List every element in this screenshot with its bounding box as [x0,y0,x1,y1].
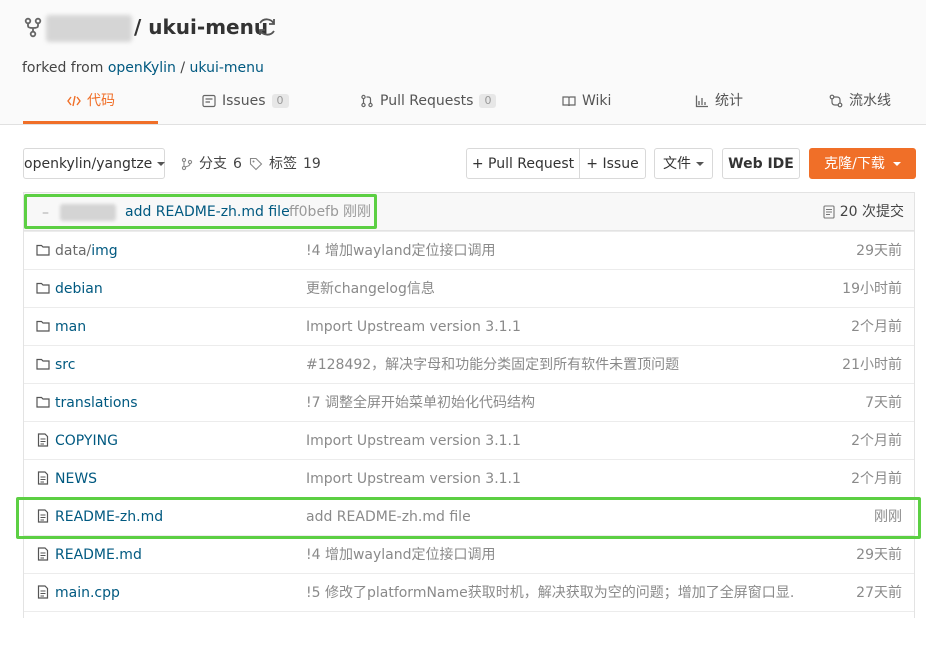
tab-label: Pull Requests [380,93,474,109]
file-icon [37,433,49,447]
file-path-prefix: data/ [55,243,92,259]
active-tab-indicator [23,121,158,124]
pipeline-icon [829,94,843,108]
clone-download-label: 克隆/下载 [824,156,885,172]
pull-requests-count-badge: 0 [479,94,497,108]
forked-from: forked from openKylin / ukui-menu [22,59,264,77]
stats-icon [695,95,708,108]
commit-time: 29天前 [856,243,902,259]
folder-icon [36,244,50,256]
file-name-link[interactable]: NEWS [55,470,97,488]
forked-prefix: forked from [22,60,104,76]
commit-message[interactable]: Import Upstream version 3.1.1 [306,318,521,336]
commits-count-link[interactable]: 20 次提交 [823,203,904,221]
tag-icon [249,157,263,171]
commit-message[interactable]: !5 修改了platformName获取时机，解决获取为空的问题；增加了全屏窗口… [306,584,796,602]
commit-time: 2个月前 [851,471,902,487]
file-icon [37,547,49,561]
tab-label: 流水线 [849,93,891,109]
tab-stats[interactable]: 统计 [695,89,743,113]
tab-label: Issues [222,93,266,109]
folder-icon [36,396,50,408]
tab-pull-requests[interactable]: Pull Requests 0 [360,89,497,113]
issues-count-badge: 0 [271,94,289,108]
tab-label: 代码 [87,93,115,109]
folder-icon [36,358,50,370]
new-issue-button[interactable]: + Issue [579,148,646,179]
repo-owner-redacted[interactable] [46,15,132,42]
file-menu-button[interactable]: 文件 [654,148,713,179]
highlight-readme-zh-row [16,497,921,539]
commit-message[interactable]: 更新changelog信息 [306,280,435,298]
file-name-link[interactable]: man [55,318,86,336]
tags-label: 标签 [269,156,297,172]
tab-pipeline[interactable]: 流水线 [829,89,891,113]
branches-label: 分支 [199,156,227,172]
commit-time: 2个月前 [851,319,902,335]
web-ide-button[interactable]: Web IDE [722,148,800,179]
file-name-link[interactable]: data/img [55,242,118,260]
tab-label: Wiki [582,93,612,109]
repo-name[interactable]: / ukui-menu [134,14,268,40]
new-pull-request-button[interactable]: + Pull Request [466,148,580,179]
tab-label: 统计 [715,93,743,109]
commit-message[interactable]: #128492，解决字母和功能分类固定到所有软件未置顶问题 [306,356,679,374]
table-row[interactable] [24,611,914,649]
tags-link[interactable]: 标签 19 [249,155,321,173]
tab-issues[interactable]: Issues 0 [202,89,289,113]
table-row[interactable] [24,269,914,307]
commit-time: 7天前 [865,395,902,411]
branches-count: 6 [233,156,242,172]
commit-time: 29天前 [856,547,902,563]
tags-count: 19 [303,156,321,172]
file-name-link[interactable]: README.md [55,546,142,564]
branches-link[interactable]: 分支 6 [181,155,242,173]
tab-wiki[interactable]: Wiki [562,89,611,113]
commit-message[interactable]: Import Upstream version 3.1.1 [306,470,521,488]
fork-icon [24,17,42,38]
file-icon [37,585,49,599]
commit-time: 2个月前 [851,433,902,449]
commit-time: 27天前 [856,585,902,601]
branch-select[interactable]: openkylin/yangtze [23,148,166,179]
folder-icon [36,282,50,294]
file-name-link[interactable]: translations [55,394,138,412]
commit-message[interactable]: !7 调整全屏开始菜单初始化代码结构 [306,394,535,412]
commits-count-label: 20 次提交 [839,204,904,220]
clone-download-button[interactable]: 克隆/下载 [809,148,916,179]
chevron-down-icon [157,162,166,166]
file-name-link[interactable]: COPYING [55,432,118,450]
commit-time: 19小时前 [842,281,902,297]
commit-time: 21小时前 [842,357,902,373]
chevron-down-icon [892,162,901,166]
pull-request-icon [361,94,373,108]
file-icon [37,471,49,485]
file-name-text: img [91,243,118,259]
commit-message[interactable]: Import Upstream version 3.1.1 [306,432,521,450]
issues-icon [202,94,216,108]
forked-sep: / [180,60,186,76]
code-icon [67,95,81,107]
branch-icon [181,157,193,171]
commit-message[interactable]: !4 增加wayland定位接口调用 [306,242,496,260]
file-name-link[interactable]: main.cpp [55,584,120,602]
folder-icon [36,320,50,332]
file-name-link[interactable]: src [55,356,75,374]
forked-repo-link[interactable]: ukui-menu [190,60,264,76]
forked-owner-link[interactable]: openKylin [108,60,176,76]
commit-history-icon [823,205,835,219]
tab-code[interactable]: 代码 [67,89,115,113]
file-name-link[interactable]: debian [55,280,103,298]
commit-message[interactable]: !4 增加wayland定位接口调用 [306,546,496,564]
highlight-latest-commit [24,194,377,229]
chevron-down-icon [696,162,704,166]
sync-icon[interactable] [255,15,279,39]
wiki-icon [562,96,576,107]
file-menu-label: 文件 [663,156,691,172]
branch-select-value: openkylin/yangtze [24,156,153,172]
